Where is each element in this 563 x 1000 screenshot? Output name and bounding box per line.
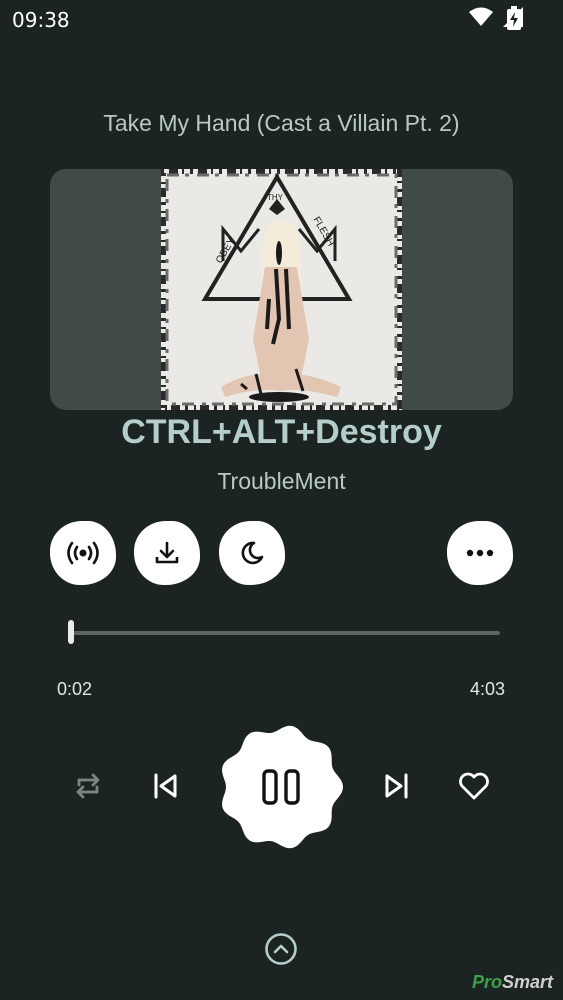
broadcast-button[interactable] (50, 521, 116, 585)
album-art-card[interactable]: OBEY THY FLESH (50, 169, 513, 410)
next-button[interactable] (377, 766, 417, 806)
download-icon (155, 541, 179, 564)
watermark-logo: ProSmart (471, 972, 553, 992)
seek-bar[interactable] (68, 631, 500, 635)
wifi-icon (469, 7, 493, 26)
heart-icon (459, 772, 489, 800)
sleep-timer-button[interactable] (219, 521, 285, 585)
previous-icon (154, 773, 177, 799)
song-title: CTRL+ALT+Destroy (121, 413, 442, 451)
broadcast-icon (67, 541, 99, 565)
seek-thumb[interactable] (68, 620, 75, 644)
more-options-button[interactable] (447, 521, 513, 585)
status-bar: 09:38 (0, 0, 563, 40)
next-icon (385, 773, 408, 799)
chevron-up-circle-icon (265, 933, 297, 965)
pause-button[interactable] (217, 723, 345, 851)
art-word-top: THY (267, 193, 284, 202)
repeat-icon (76, 773, 100, 799)
album-art-image: OBEY THY FLESH (156, 169, 407, 410)
favorite-button[interactable] (454, 766, 494, 806)
repeat-button[interactable] (68, 766, 108, 806)
elapsed-time: 0:02 (57, 679, 93, 699)
battery-charging-icon (507, 6, 521, 30)
sleep-timer-moon-icon (241, 541, 264, 565)
previous-button[interactable] (145, 766, 185, 806)
expand-queue-button[interactable] (263, 931, 299, 967)
artist-name[interactable]: TroubleMent (0, 468, 563, 495)
download-button[interactable] (134, 521, 200, 585)
album-art: OBEY THY FLESH (156, 169, 407, 410)
album-title: Take My Hand (Cast a Villain Pt. 2) (103, 110, 460, 136)
total-time: 4:03 (469, 679, 505, 699)
more-options-icon (466, 549, 494, 557)
status-time: 09:38 (12, 8, 70, 32)
